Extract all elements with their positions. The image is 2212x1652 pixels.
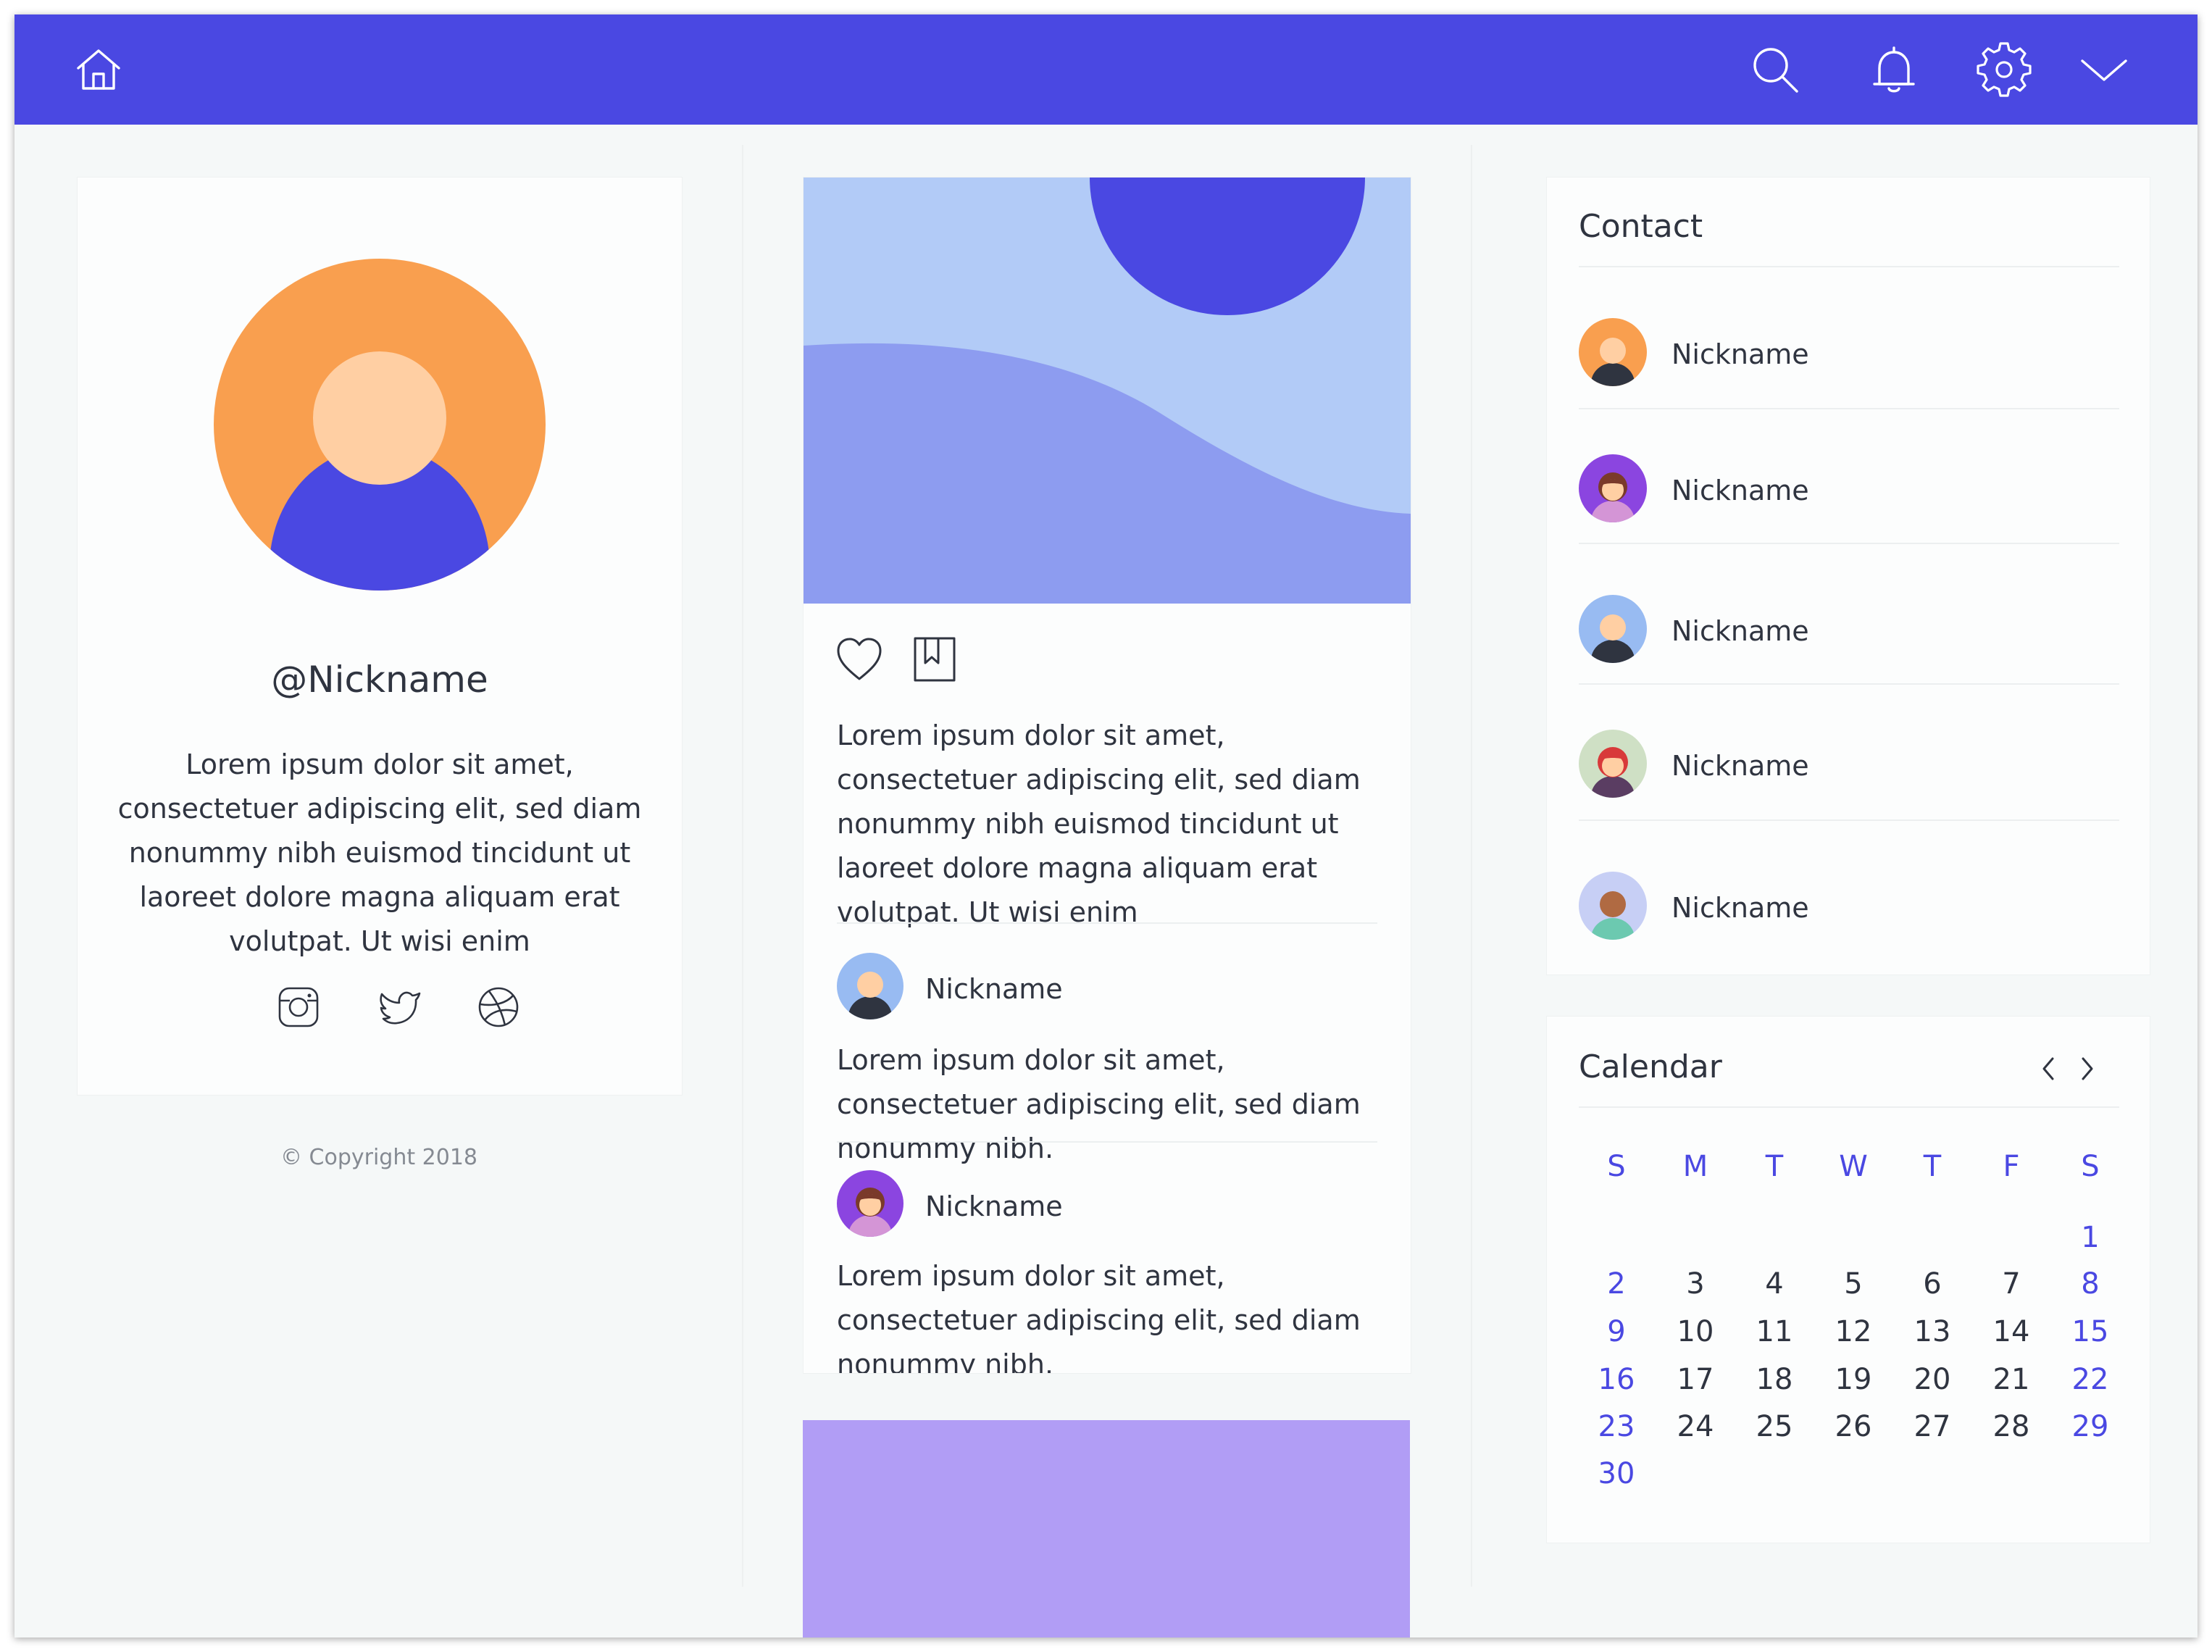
home-icon[interactable] (71, 42, 126, 97)
bell-icon[interactable] (1866, 42, 1921, 97)
bookmark-icon[interactable] (909, 634, 960, 685)
comment-author[interactable]: Nickname (925, 1190, 1063, 1222)
post-separator (837, 922, 1377, 924)
calendar-day[interactable]: 10 (1659, 1315, 1732, 1348)
comment-author[interactable]: Nickname (925, 973, 1063, 1005)
app-window: @Nickname Lorem ipsum dolor sit amet, co… (14, 14, 2198, 1638)
post-text: Lorem ipsum dolor sit amet, consectetuer… (837, 719, 1361, 928)
column-divider (1471, 145, 1472, 1587)
calendar-day[interactable]: 2 (1580, 1267, 1653, 1301)
avatar (837, 953, 903, 1019)
calendar-day[interactable]: 1 (2054, 1221, 2127, 1254)
calendar-day[interactable]: 23 (1580, 1410, 1653, 1443)
calendar-day[interactable]: 25 (1738, 1410, 1811, 1443)
avatar (1579, 454, 1647, 522)
gear-icon[interactable] (1977, 42, 2032, 97)
avatar (837, 1170, 903, 1237)
calendar-day[interactable]: 28 (1975, 1410, 2048, 1443)
calendar-title: Calendar (1579, 1048, 1722, 1085)
calendar-day[interactable]: 8 (2054, 1267, 2127, 1301)
calendar-day[interactable]: 11 (1738, 1315, 1811, 1348)
calendar-day[interactable]: 6 (1896, 1267, 1969, 1301)
calendar-weekday: T (1765, 1150, 1784, 1183)
calendar-day[interactable]: 27 (1896, 1410, 1969, 1443)
profile-card: @Nickname Lorem ipsum dolor sit amet, co… (77, 177, 683, 1096)
profile-avatar (214, 259, 546, 591)
calendar-day[interactable]: 24 (1659, 1410, 1732, 1443)
contact-name[interactable]: Nickname (1671, 615, 1809, 647)
calendar-day[interactable]: 9 (1580, 1315, 1653, 1348)
calendar-day[interactable]: 16 (1580, 1363, 1653, 1396)
calendar-day[interactable]: 5 (1817, 1267, 1890, 1301)
calendar-day[interactable]: 4 (1738, 1267, 1811, 1301)
calendar-day[interactable]: 19 (1817, 1363, 1890, 1396)
contact-card: Contact Nickname Nickname Nickname Nickn… (1546, 177, 2150, 975)
calendar-day[interactable]: 12 (1817, 1315, 1890, 1348)
calendar-card: Calendar S M T W T F S 1 2 3 4 5 6 7 8 9 10 11 12 13 14 15 16 1… (1546, 1016, 2150, 1543)
calendar-day[interactable]: 26 (1817, 1410, 1890, 1443)
calendar-weekday: M (1682, 1150, 1708, 1183)
calendar-divider (1579, 1106, 2119, 1108)
avatar (1579, 872, 1647, 940)
contact-name[interactable]: Nickname (1671, 475, 1809, 506)
comment-text: Lorem ipsum dolor sit amet, consectetuer… (837, 1044, 1361, 1164)
contact-divider (1579, 266, 2119, 267)
copyright-text: © Copyright 2018 (280, 1145, 477, 1170)
contact-title: Contact (1579, 208, 1703, 245)
calendar-day[interactable]: 7 (1975, 1267, 2048, 1301)
avatar (1579, 318, 1647, 386)
contact-divider (1579, 408, 2119, 409)
contact-divider (1579, 819, 2119, 821)
calendar-day[interactable]: 29 (2054, 1410, 2127, 1443)
column-divider (742, 145, 743, 1587)
comment-text: Lorem ipsum dolor sit amet, consectetuer… (837, 1260, 1361, 1374)
calendar-day[interactable]: 20 (1896, 1363, 1969, 1396)
calendar-weekday: T (1923, 1150, 1942, 1183)
calendar-weekday: S (2081, 1150, 2100, 1183)
calendar-day[interactable]: 22 (2054, 1363, 2127, 1396)
post-image (804, 178, 1411, 604)
post-card: Lorem ipsum dolor sit amet, consectetuer… (803, 177, 1411, 1374)
calendar-day[interactable]: 3 (1659, 1267, 1732, 1301)
calendar-day[interactable]: 18 (1738, 1363, 1811, 1396)
avatar (1579, 730, 1647, 798)
contact-name[interactable]: Nickname (1671, 892, 1809, 924)
calendar-day[interactable]: 13 (1896, 1315, 1969, 1348)
contact-divider (1579, 683, 2119, 685)
comment-separator (837, 1141, 1377, 1143)
profile-bio: Lorem ipsum dolor sit amet, consectetuer… (117, 748, 642, 957)
calendar-day[interactable]: 21 (1975, 1363, 2048, 1396)
calendar-day[interactable]: 14 (1975, 1315, 2048, 1348)
top-bar (14, 14, 2198, 125)
calendar-weekday: W (1839, 1150, 1868, 1183)
chevron-left-icon[interactable] (2035, 1053, 2061, 1085)
calendar-weekday: S (1607, 1150, 1626, 1183)
calendar-day[interactable]: 17 (1659, 1363, 1732, 1396)
instagram-icon[interactable] (276, 985, 321, 1030)
search-icon[interactable] (1748, 42, 1803, 97)
contact-name[interactable]: Nickname (1671, 338, 1809, 370)
chevron-right-icon[interactable] (2074, 1053, 2100, 1085)
twitter-icon[interactable] (377, 985, 422, 1030)
contact-divider (1579, 543, 2119, 544)
avatar (1579, 595, 1647, 663)
calendar-weekday: F (2003, 1150, 2020, 1183)
contact-name[interactable]: Nickname (1671, 750, 1809, 782)
post-image (803, 1420, 1410, 1638)
profile-nickname: @Nickname (271, 659, 488, 701)
calendar-day[interactable]: 15 (2054, 1315, 2127, 1348)
heart-icon[interactable] (834, 634, 885, 685)
calendar-day[interactable]: 30 (1580, 1457, 1653, 1490)
dribbble-icon[interactable] (476, 985, 521, 1030)
chevron-down-icon[interactable] (2077, 42, 2132, 97)
